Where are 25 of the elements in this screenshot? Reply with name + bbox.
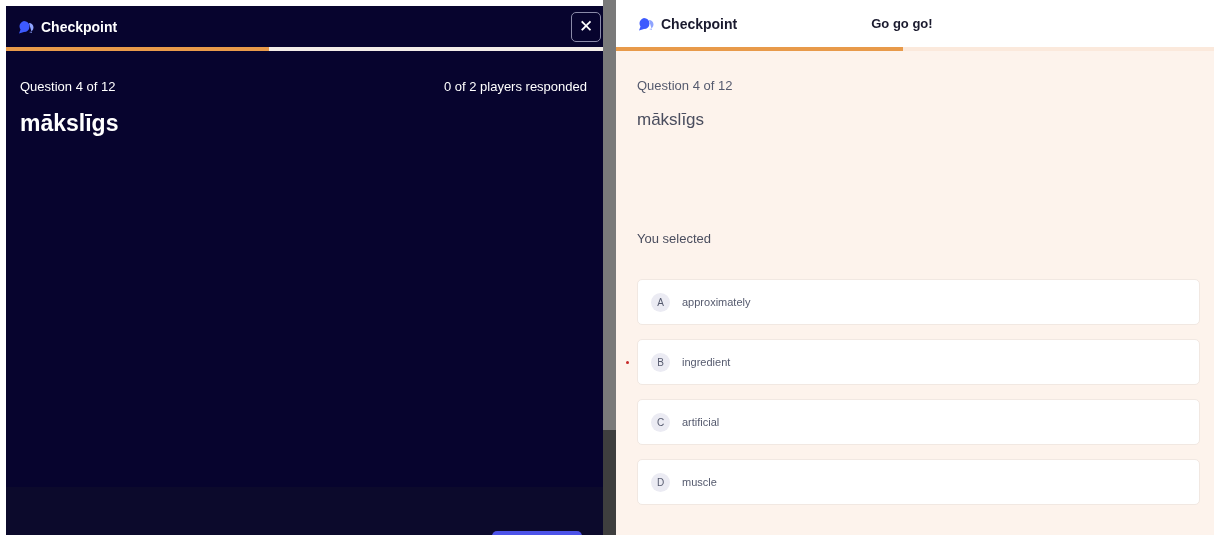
brand-name: Checkpoint	[661, 15, 738, 32]
option-text: artificial	[682, 416, 720, 428]
option-letter: A	[651, 292, 670, 312]
answer-option[interactable]: D muscle	[637, 459, 1200, 505]
chat-bubbles-icon	[18, 19, 34, 34]
option-text: muscle	[682, 476, 717, 488]
chat-bubbles-icon	[638, 16, 654, 31]
close-button[interactable]: ✕	[571, 11, 601, 42]
scrollbar[interactable]	[603, 0, 616, 535]
answer-option[interactable]: C artificial	[637, 399, 1200, 445]
status-message: Go go go!	[871, 16, 933, 31]
option-letter: D	[651, 472, 670, 492]
selection-label: You selected	[637, 231, 712, 246]
response-count: 0 of 2 players responded	[443, 79, 587, 94]
option-letter: B	[651, 352, 670, 372]
question-word: mākslīgs	[20, 110, 120, 137]
option-letter: C	[651, 412, 670, 432]
question-word: mākslīgs	[637, 110, 706, 130]
question-counter: Question 4 of 12	[637, 78, 734, 93]
option-text: approximately	[682, 296, 751, 308]
brand-name: Checkpoint	[41, 18, 118, 35]
option-text: ingredient	[682, 356, 731, 368]
answer-option[interactable]: A approximately	[637, 279, 1200, 325]
answer-option[interactable]: B ingredient	[637, 339, 1200, 385]
question-counter: Question 4 of 12	[20, 79, 116, 94]
